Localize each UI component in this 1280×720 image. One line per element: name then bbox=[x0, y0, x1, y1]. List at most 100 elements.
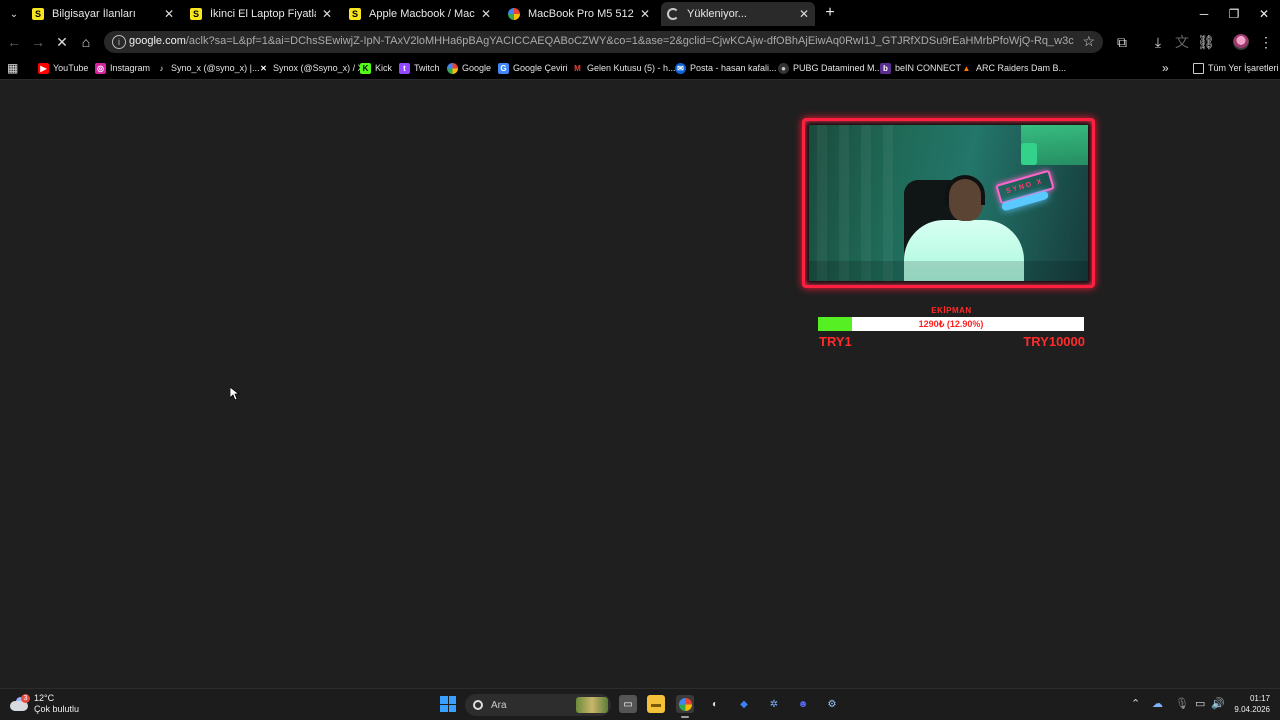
chrome-icon[interactable] bbox=[676, 695, 694, 718]
bookmark-arc-raiders[interactable]: ▲ ARC Raiders Dam B... bbox=[961, 60, 1067, 76]
weather-desc: Çok bulutlu bbox=[34, 704, 80, 714]
close-icon[interactable]: ✕ bbox=[797, 7, 811, 21]
discord-icon[interactable]: ☻ bbox=[794, 695, 812, 713]
curtain-fold bbox=[861, 125, 871, 281]
tab-bilgisayar-ilanlari[interactable]: S Bilgisayar İlanları ✕ bbox=[26, 2, 180, 26]
app-diamond-icon[interactable]: ◆ bbox=[735, 695, 753, 713]
link-icon[interactable]: ⛓ bbox=[1196, 32, 1216, 52]
bookmark-label: beIN CONNECT bbox=[895, 63, 962, 73]
apps-grid-icon[interactable]: ▦ bbox=[7, 60, 18, 76]
bookmark-label: Kick bbox=[375, 63, 393, 73]
bookmark-x[interactable]: ✕ Synox (@Ssyno_x) / X bbox=[258, 60, 364, 76]
back-arrow-icon[interactable]: ← bbox=[4, 32, 24, 52]
mouse-cursor-icon bbox=[230, 387, 240, 401]
system-clock[interactable]: 01:17 9.04.2026 bbox=[1230, 693, 1270, 715]
download-icon[interactable]: ⤓ bbox=[1148, 32, 1168, 52]
bookmark-label: Twitch bbox=[414, 63, 440, 73]
close-icon[interactable]: ✕ bbox=[320, 7, 334, 21]
task-view-icon[interactable]: ▭ bbox=[619, 695, 637, 713]
bookmark-label: YouTube bbox=[53, 63, 89, 73]
close-icon[interactable]: ✕ bbox=[479, 7, 493, 21]
volume-icon[interactable]: 🔊 bbox=[1211, 697, 1225, 710]
bookmark-google-ceviri[interactable]: G Google Çeviri bbox=[498, 60, 568, 76]
tiktok-icon: ♪ bbox=[159, 63, 164, 73]
bookmark-bein[interactable]: b beIN CONNECT bbox=[880, 60, 961, 76]
bookmark-google[interactable]: Google bbox=[447, 60, 491, 76]
weather-temp: 12°C bbox=[34, 693, 55, 703]
tab-ikinci-el-laptop[interactable]: S İkinci El Laptop Fiyatları & Mod ✕ bbox=[184, 2, 338, 26]
taskbar: 3 12°C Çok bulutlu Ara ▭ ▬ ◐ ◆ ✲ ☻ ⚙ ⌃ ☁… bbox=[0, 688, 1280, 720]
kick-icon: K bbox=[360, 62, 371, 74]
display-icon[interactable]: ▭ bbox=[1195, 697, 1205, 710]
search-placeholder: Ara bbox=[491, 699, 507, 711]
extensions-puzzle-icon[interactable]: ⧉ bbox=[1112, 32, 1132, 52]
minimize-icon[interactable]: ─ bbox=[1194, 4, 1214, 24]
tray-chevron-up-icon[interactable]: ⌃ bbox=[1131, 697, 1140, 710]
obs-icon[interactable]: ◐ bbox=[706, 695, 724, 713]
clock-date: 9.04.2026 bbox=[1234, 705, 1270, 714]
bookmark-youtube[interactable]: ▶ YouTube bbox=[38, 60, 88, 76]
donation-goal-widget: EKİPMAN 1290₺ (12.90%) TRY1 TRY10000 bbox=[818, 306, 1085, 349]
curtain-fold bbox=[817, 125, 827, 281]
restore-icon[interactable]: ❐ bbox=[1224, 4, 1244, 24]
curtain-fold bbox=[883, 125, 893, 281]
bookmark-star-icon[interactable]: ☆ bbox=[1082, 33, 1095, 50]
tab-macbook-pro-m5[interactable]: MacBook Pro M5 512GB SSD 1 ✕ bbox=[502, 2, 656, 26]
microphone-icon[interactable]: 🎙 bbox=[1175, 697, 1189, 710]
kebab-menu-icon[interactable]: ⋮ bbox=[1256, 32, 1276, 52]
bookmark-gmail[interactable]: M Gelen Kutusu (5) - h... bbox=[572, 60, 676, 76]
tab-search-chevron-icon[interactable]: ⌄ bbox=[4, 4, 24, 24]
bookmark-pubg[interactable]: ● PUBG Datamined M... bbox=[778, 60, 882, 76]
bookmark-label: Instagram bbox=[110, 63, 151, 73]
window-close-icon[interactable]: ✕ bbox=[1254, 4, 1274, 24]
bookmark-kick[interactable]: K Kick bbox=[360, 60, 392, 76]
arc-raiders-icon: ▲ bbox=[962, 63, 971, 73]
all-bookmarks-folder[interactable]: Tüm Yer İşaretleri bbox=[1193, 60, 1279, 76]
close-icon[interactable]: ✕ bbox=[638, 7, 652, 21]
stop-loading-icon[interactable]: ✕ bbox=[52, 32, 72, 52]
tab-label: MacBook Pro M5 512GB SSD 1 bbox=[528, 8, 634, 20]
profile-avatar[interactable] bbox=[1233, 34, 1249, 50]
close-icon[interactable]: ✕ bbox=[162, 7, 176, 21]
webcam-feed: SYNO X bbox=[809, 125, 1088, 281]
new-tab-plus-icon[interactable]: + bbox=[822, 5, 838, 21]
translate-icon: G bbox=[498, 62, 509, 74]
google-icon bbox=[508, 8, 520, 20]
address-url[interactable]: google.com/aclk?sa=L&pf=1&ai=DChsSEwiwjZ… bbox=[129, 35, 1074, 47]
bookmark-label: Gelen Kutusu (5) - h... bbox=[587, 63, 676, 73]
translate-icon[interactable]: 文 bbox=[1172, 32, 1192, 52]
all-bookmarks-label: Tüm Yer İşaretleri bbox=[1208, 63, 1279, 73]
desk-shadow bbox=[809, 261, 1088, 281]
taskbar-search[interactable]: Ara bbox=[465, 694, 611, 716]
bookmark-posta[interactable]: ✉ Posta - hasan kafali... bbox=[675, 60, 777, 76]
onedrive-icon[interactable]: ☁ bbox=[1152, 697, 1163, 710]
address-bar[interactable]: i google.com/aclk?sa=L&pf=1&ai=DChsSEwiw… bbox=[104, 31, 1103, 53]
app-gear-icon[interactable]: ✲ bbox=[765, 695, 783, 713]
bookmarks-overflow-icon[interactable]: » bbox=[1162, 60, 1169, 76]
windows-start-icon[interactable] bbox=[440, 696, 456, 712]
weather-badge: 3 bbox=[21, 694, 30, 703]
x-icon: ✕ bbox=[260, 63, 267, 73]
site-info-icon[interactable]: i bbox=[112, 35, 126, 49]
tab-loading-active[interactable]: Yükleniyor... ✕ bbox=[661, 2, 815, 26]
file-explorer-icon[interactable]: ▬ bbox=[647, 695, 665, 713]
forward-arrow-icon[interactable]: → bbox=[28, 32, 48, 52]
tab-label: İkinci El Laptop Fiyatları & Mod bbox=[210, 8, 316, 20]
bookmark-label: Posta - hasan kafali... bbox=[690, 63, 777, 73]
bookmark-twitch[interactable]: t Twitch bbox=[399, 60, 440, 76]
sahibinden-icon: S bbox=[349, 8, 361, 20]
tab-strip: ⌄ S Bilgisayar İlanları ✕ S İkinci El La… bbox=[0, 0, 1280, 28]
home-icon[interactable]: ⌂ bbox=[76, 32, 96, 52]
steam-icon[interactable]: ⚙ bbox=[823, 695, 841, 713]
tab-label: Bilgisayar İlanları bbox=[52, 8, 136, 20]
bookmarks-bar: ▦ ▶ YouTube ◎ Instagram ♪ Syno_x (@syno_x) … bbox=[0, 56, 1280, 80]
bookmark-tiktok[interactable]: ♪ Syno_x (@syno_x) |... bbox=[156, 60, 260, 76]
goal-title: EKİPMAN bbox=[931, 306, 972, 315]
lamp bbox=[1021, 143, 1037, 165]
tab-apple-macbook[interactable]: S Apple Macbook / MacBook Pro ✕ bbox=[343, 2, 497, 26]
twitch-icon: t bbox=[399, 62, 410, 74]
bookmark-instagram[interactable]: ◎ Instagram bbox=[95, 60, 150, 76]
weather-widget[interactable]: 3 12°C Çok bulutlu bbox=[10, 693, 79, 715]
tab-label: Apple Macbook / MacBook Pro bbox=[369, 8, 475, 20]
loading-spinner-icon bbox=[667, 8, 679, 20]
